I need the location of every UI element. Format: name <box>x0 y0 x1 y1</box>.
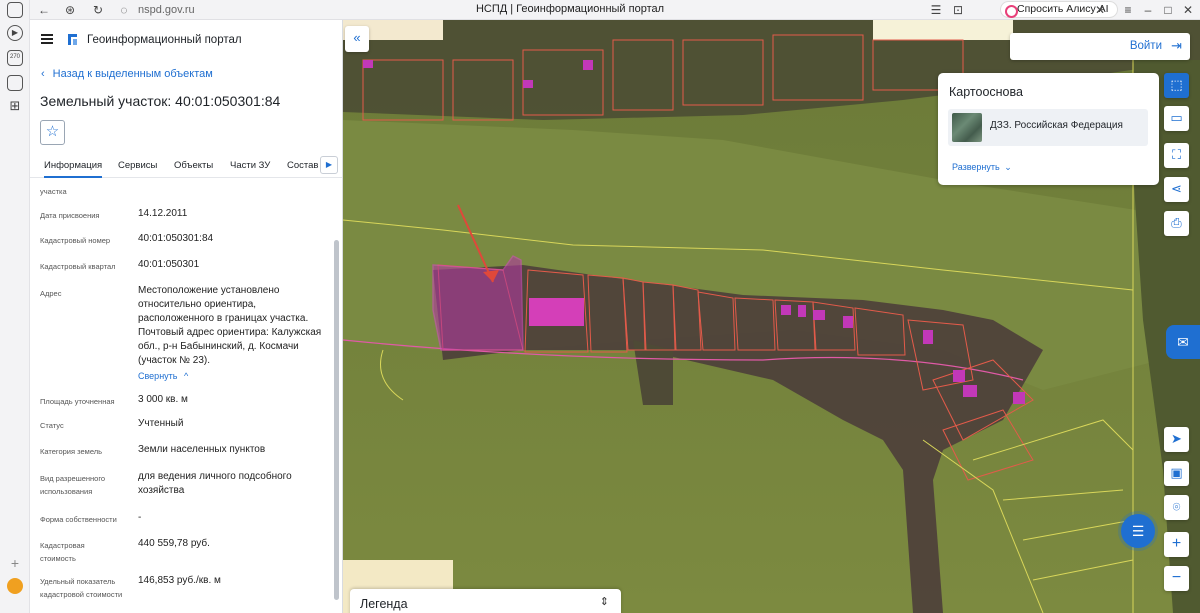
back-to-selection-link[interactable]: ‹ Назад к выделенным объектам <box>41 68 213 80</box>
tab-objects[interactable]: Объекты <box>174 160 213 171</box>
app-title: Геоинформационный портал <box>87 34 242 46</box>
minimize-icon[interactable]: – <box>1140 2 1156 18</box>
field-label: Форма собственности <box>40 515 117 524</box>
pin-icon[interactable]: ⌾ <box>1164 495 1189 520</box>
print-icon[interactable]: ⎙ <box>1164 211 1189 236</box>
news-badge-icon[interactable]: 270 <box>7 50 23 66</box>
tab-land-parts[interactable]: Части ЗУ <box>230 160 270 171</box>
field-value: Земли населенных пунктов <box>138 444 266 455</box>
tab-information[interactable]: Информация <box>44 160 103 178</box>
share-icon[interactable]: ⋖ <box>1164 177 1189 202</box>
address-bar[interactable]: nspd.gov.ru <box>138 2 195 18</box>
legend-panel[interactable]: Легенда ⇕ <box>350 589 621 613</box>
field-label: Категория земель <box>40 447 103 456</box>
bookmarks-icon[interactable] <box>7 2 23 18</box>
play-icon[interactable]: ▶ <box>7 25 23 41</box>
hamburger-menu-icon[interactable] <box>41 34 53 44</box>
map-view[interactable]: « Войти ⇥ Картооснова ДЗЗ. Российская Фе… <box>343 20 1200 613</box>
panel-scrollbar[interactable] <box>334 240 339 600</box>
field-label: Удельный показатель кадастровой стоимост… <box>40 577 123 599</box>
navigate-icon[interactable]: ➤ <box>1164 427 1189 452</box>
page-tab-title: НСПД | Геоинформационный портал <box>475 3 665 15</box>
field-label: Дата присвоения <box>40 211 100 220</box>
field-value: 3 000 кв. м <box>138 394 188 405</box>
select-icon[interactable]: ⬚ <box>1164 73 1189 98</box>
close-icon[interactable]: ✕ <box>1180 2 1196 18</box>
basemap-card: Картооснова ДЗЗ. Российская Федерация Ра… <box>938 73 1159 185</box>
browser-sidebar: ▶ 270 ⊞ + <box>0 0 30 613</box>
bookmark-icon[interactable]: ⊡ <box>950 2 966 18</box>
zoom-out-icon[interactable]: − <box>1164 566 1189 591</box>
field-label: Кадастровый квартал <box>40 262 116 271</box>
field-label: Кадастровая стоимость <box>40 541 85 563</box>
ruler-icon[interactable]: ▭ <box>1164 106 1189 131</box>
field-value: 40:01:050301:84 <box>138 233 214 244</box>
expand-basemaps-link[interactable]: Развернуть ⌄ <box>952 162 1012 173</box>
address-value: Местоположение установлено относительно … <box>138 285 322 366</box>
portal-logo-icon <box>68 34 77 45</box>
basemap-title: Картооснова <box>949 85 1023 99</box>
collapse-label: Свернуть <box>138 371 178 381</box>
shield-icon[interactable]: ⊛ <box>62 2 78 18</box>
expand-label: Развернуть <box>952 162 1000 172</box>
area-select-icon[interactable]: ⛶ <box>1164 143 1189 168</box>
maximize-icon[interactable]: □ <box>1160 2 1176 18</box>
field-label: Площадь уточненная <box>40 397 115 406</box>
chevron-left-icon: ‹ <box>41 68 45 80</box>
field-value: Учтенный <box>138 418 184 429</box>
chevron-up-icon: ^ <box>184 371 189 381</box>
object-title: Земельный участок: 40:01:050301:84 <box>40 93 281 109</box>
window-menu-icon[interactable]: ≡ <box>1120 2 1136 18</box>
login-icon: ⇥ <box>1171 38 1182 53</box>
back-label: Назад к выделенным объектам <box>52 68 213 80</box>
browser-toolbar: ← ⊛ ↻ ◌ nspd.gov.ru НСПД | Геоинформацио… <box>30 0 1200 20</box>
login-label: Войти <box>1129 40 1162 52</box>
panel-tabs: Информация Сервисы Объекты Части ЗУ Сост… <box>30 154 342 178</box>
field-value: 14.12.2011 <box>138 208 188 219</box>
attribute-list: участка Дата присвоения 14.12.2011 Кадас… <box>30 179 342 613</box>
extension-icon[interactable]: ✕ <box>1092 2 1108 18</box>
expand-collapse-icon: ⇕ <box>599 596 609 608</box>
field-value: 40:01:050301 <box>138 259 200 270</box>
field-value: для ведения личного подсобного хозяйства <box>138 471 292 496</box>
collapse-address-link[interactable]: Свернуть ^ <box>138 371 188 381</box>
chat-assistant-button[interactable]: ☰ <box>1121 514 1155 548</box>
tab-composition[interactable]: Состав <box>287 160 318 171</box>
favorite-star-button[interactable]: ☆ <box>40 120 65 145</box>
field-value: 440 559,78 руб. <box>138 538 210 549</box>
object-info-panel: Геоинформационный портал ‹ Назад к выделе… <box>30 20 343 613</box>
field-label: участка <box>40 187 67 196</box>
reload-icon[interactable]: ↻ <box>90 2 106 18</box>
chevron-down-icon: ⌄ <box>1004 162 1012 172</box>
back-arrow-icon[interactable]: ← <box>36 2 52 18</box>
field-value: - <box>138 512 142 523</box>
login-button[interactable]: Войти ⇥ <box>1010 33 1190 60</box>
secure-icon: ◌ <box>120 3 128 17</box>
zoom-in-icon[interactable]: + <box>1164 532 1189 557</box>
menu-icon[interactable]: ☰ <box>928 2 944 18</box>
field-label: Вид разрешенного использования <box>40 474 106 496</box>
tab-services[interactable]: Сервисы <box>118 160 157 171</box>
apps-icon[interactable]: ⊞ <box>7 98 23 114</box>
basemap-option[interactable]: ДЗЗ. Российская Федерация <box>948 109 1148 146</box>
field-label: Статус <box>40 421 64 430</box>
profile-icon[interactable] <box>7 578 23 594</box>
layers-icon[interactable]: ▣ <box>1164 461 1189 486</box>
field-value: 146,853 руб./кв. м <box>138 575 221 586</box>
collapse-panel-button[interactable]: « <box>345 26 369 52</box>
add-icon[interactable]: + <box>7 555 23 571</box>
tabs-next-button[interactable]: ▶ <box>320 156 338 174</box>
field-label: Адрес <box>40 289 62 298</box>
field-label: Кадастровый номер <box>40 236 111 245</box>
basemap-thumbnail <box>952 113 982 142</box>
photo-icon[interactable] <box>7 75 23 91</box>
support-chat-tab[interactable]: ✉ <box>1166 325 1200 359</box>
basemap-label: ДЗЗ. Российская Федерация <box>990 120 1123 131</box>
legend-label: Легенда <box>360 597 408 611</box>
